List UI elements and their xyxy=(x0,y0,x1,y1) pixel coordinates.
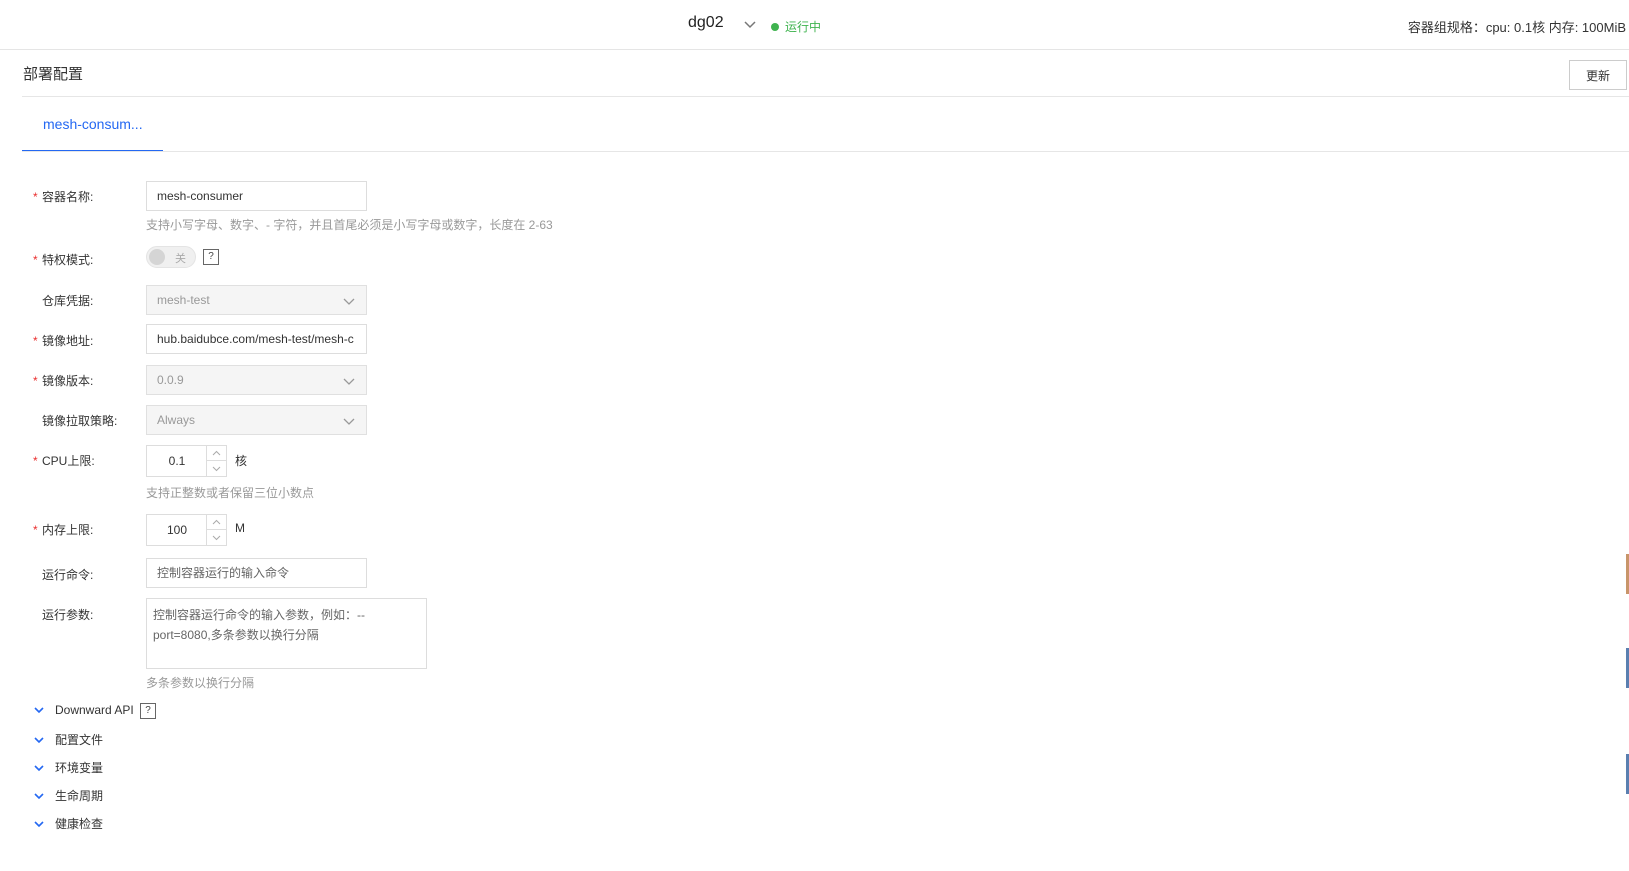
help-icon[interactable]: ? xyxy=(140,703,156,719)
cpu-limit-value[interactable]: 0.1 xyxy=(147,446,207,476)
image-address-label: * 镜像地址: xyxy=(33,334,94,348)
chevron-down-icon[interactable] xyxy=(742,16,758,32)
collapse-label: Downward API xyxy=(55,703,134,717)
container-name-label: * 容器名称: xyxy=(33,190,94,204)
chevron-down-icon xyxy=(34,764,44,771)
collapse-label: 环境变量 xyxy=(55,761,104,775)
collapse-env-vars[interactable]: 环境变量 xyxy=(33,759,103,776)
collapse-lifecycle[interactable]: 生命周期 xyxy=(33,787,103,804)
required-mark: * xyxy=(33,334,38,348)
collapse-health-check[interactable]: 健康检查 xyxy=(33,815,103,832)
collapse-downward-api[interactable]: Downward API xyxy=(33,703,134,717)
decrement-button[interactable] xyxy=(207,530,226,545)
memory-limit-value[interactable]: 100 xyxy=(147,515,207,545)
required-mark: * xyxy=(33,190,38,204)
chevron-down-icon xyxy=(342,294,356,308)
registry-credential-label: 仓库凭据: xyxy=(42,294,94,308)
chevron-down-icon xyxy=(342,374,356,388)
chevron-down-icon xyxy=(342,414,356,428)
required-mark: * xyxy=(33,253,38,267)
instance-name: dg02 xyxy=(688,14,724,31)
divider xyxy=(22,96,1629,97)
registry-credential-select[interactable]: mesh-test xyxy=(146,285,367,315)
select-value: 0.0.9 xyxy=(157,373,184,387)
run-command-label: 运行命令: xyxy=(42,568,94,582)
memory-limit-stepper[interactable]: 100 xyxy=(146,514,227,546)
collapse-label: 生命周期 xyxy=(55,789,104,803)
toggle-text: 关 xyxy=(175,253,186,265)
memory-limit-label: * 内存上限: xyxy=(33,523,94,537)
section-title: 部署配置 xyxy=(23,66,84,83)
run-args-hint: 多条参数以换行分隔 xyxy=(146,676,255,690)
container-name-hint: 支持小写字母、数字、- 字符，并且首尾必须是小写字母或数字，长度在 2-63 xyxy=(146,218,553,232)
help-icon[interactable]: ? xyxy=(203,249,219,265)
top-bar: dg02 运行中 容器组规格：cpu: 0.1核 内存: 100MiB xyxy=(0,0,1629,50)
memory-unit: M xyxy=(235,521,245,535)
stepper-buttons xyxy=(206,446,226,476)
collapse-label: 健康检查 xyxy=(55,817,104,831)
collapse-label: 配置文件 xyxy=(55,733,104,747)
cpu-limit-label: * CPU上限: xyxy=(33,454,95,468)
cpu-limit-hint: 支持正整数或者保留三位小数点 xyxy=(146,486,315,500)
select-value: mesh-test xyxy=(157,293,210,307)
pull-policy-label: 镜像拉取策略: xyxy=(42,414,118,428)
tab-container[interactable]: mesh-consum... xyxy=(22,104,163,152)
tabs-divider xyxy=(22,151,1629,152)
chevron-down-icon xyxy=(34,707,44,714)
pull-policy-select[interactable]: Always xyxy=(146,405,367,435)
run-args-label: 运行参数: xyxy=(42,608,94,622)
increment-button[interactable] xyxy=(207,446,226,461)
select-value: Always xyxy=(157,413,196,427)
container-name-input[interactable] xyxy=(146,181,367,211)
image-version-label: * 镜像版本: xyxy=(33,374,94,388)
pod-spec: 容器组规格：cpu: 0.1核 内存: 100MiB xyxy=(1407,20,1626,35)
cpu-limit-stepper[interactable]: 0.1 xyxy=(146,445,227,477)
run-command-input[interactable] xyxy=(146,558,367,588)
chevron-down-icon xyxy=(34,792,44,799)
update-button[interactable]: 更新 xyxy=(1569,60,1627,90)
required-mark: * xyxy=(33,523,38,537)
image-address-input[interactable] xyxy=(146,324,367,354)
status-dot-icon xyxy=(771,22,779,31)
chevron-down-icon xyxy=(34,736,44,743)
chevron-down-icon xyxy=(34,820,44,827)
stepper-buttons xyxy=(206,515,226,545)
decrement-button[interactable] xyxy=(207,461,226,476)
required-mark: * xyxy=(33,454,38,468)
privileged-toggle[interactable]: 关 xyxy=(146,246,196,268)
collapse-config-files[interactable]: 配置文件 xyxy=(33,731,103,748)
image-version-select[interactable]: 0.0.9 xyxy=(146,365,367,395)
privileged-label: * 特权模式: xyxy=(33,253,94,267)
run-args-textarea[interactable] xyxy=(146,598,427,669)
status-badge: 运行中 xyxy=(771,18,821,35)
toggle-knob xyxy=(149,249,165,265)
status-text: 运行中 xyxy=(785,20,822,34)
required-mark: * xyxy=(33,374,38,388)
increment-button[interactable] xyxy=(207,515,226,530)
cpu-unit: 核 xyxy=(235,454,248,468)
